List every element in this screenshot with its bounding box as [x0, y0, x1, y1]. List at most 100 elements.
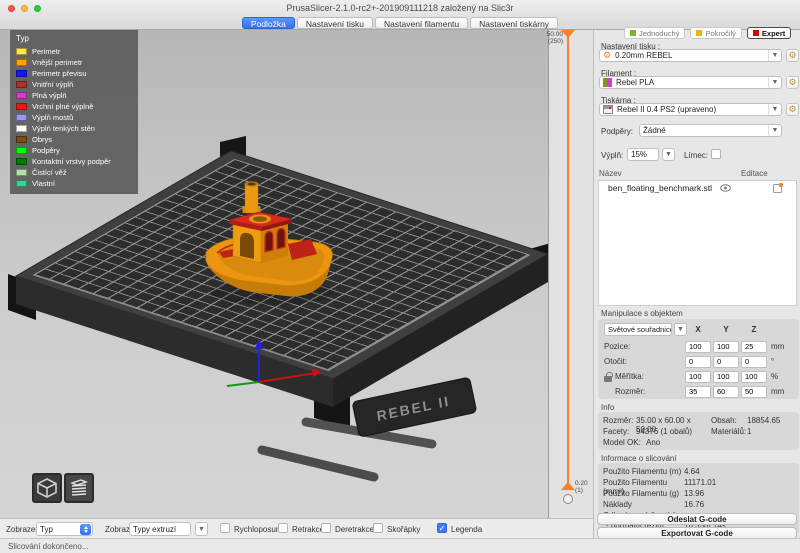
- object-name: ben_floating_benchmark.stl: [608, 183, 712, 193]
- tab-printer-settings[interactable]: Nastavení tiskárny: [470, 17, 558, 29]
- legend-item: Vlastní: [16, 178, 132, 189]
- object-list-row[interactable]: ben_floating_benchmark.stl: [599, 181, 796, 195]
- preview-layers-view-button[interactable]: [64, 473, 94, 503]
- legend-item: Perimetr: [16, 46, 132, 57]
- eye-icon[interactable]: [720, 184, 731, 192]
- layer-slider-upper-handle[interactable]: [561, 30, 575, 38]
- slider-max-layer: (250): [545, 38, 563, 45]
- window-title: PrusaSlicer-2.1.0-rc2+-201909111218 zalo…: [0, 3, 800, 13]
- size-row: Rozměr: mm: [599, 385, 797, 398]
- 3d-viewport[interactable]: REBEL II: [0, 30, 549, 518]
- send-gcode-button[interactable]: Odeslat G-code: [597, 513, 797, 525]
- legend-swatch: [16, 92, 27, 99]
- supports-label: Podpěry:: [601, 127, 633, 136]
- position-x-field[interactable]: [685, 341, 711, 353]
- one-layer-mode-button[interactable]: [563, 494, 573, 504]
- chevron-down-icon: ▼: [768, 125, 781, 136]
- size-y-field[interactable]: [713, 386, 739, 398]
- titlebar: PrusaSlicer-2.1.0-rc2+-201909111218 zalo…: [0, 0, 800, 30]
- main-area: REBEL II: [0, 30, 800, 518]
- uniform-scale-lock-icon[interactable]: [604, 376, 612, 382]
- tab-filament-settings[interactable]: Nastavení filamentu: [375, 17, 468, 29]
- info-facets-row: Facety: 94376 (1 obalů) Materiálů: 1: [603, 427, 795, 436]
- rotate-x-field[interactable]: [685, 356, 711, 368]
- checkbox-deretractions-label: Deretrakce: [335, 525, 374, 534]
- show-features-chevron-button[interactable]: ▼: [195, 522, 208, 536]
- infill-chevron-button[interactable]: ▼: [662, 148, 675, 161]
- scale-y-field[interactable]: [713, 371, 739, 383]
- manipulation-title: Manipulace s objektem: [601, 309, 683, 318]
- scale-z-field[interactable]: [741, 371, 767, 383]
- filament-gear-button[interactable]: ⚙: [786, 76, 799, 89]
- checkbox-retractions[interactable]: [278, 523, 288, 533]
- legend-swatch: [16, 169, 27, 176]
- rotate-y-field[interactable]: [713, 356, 739, 368]
- slicing-info-title: Informace o slicování: [601, 454, 677, 463]
- advanced-mode-icon: [696, 30, 702, 36]
- size-x-field[interactable]: [685, 386, 711, 398]
- filament-color-swatch: [603, 78, 612, 87]
- layer-slider-lower-handle[interactable]: [561, 482, 575, 490]
- scale-x-field[interactable]: [685, 371, 711, 383]
- mode-simple-button[interactable]: Jednoduchý: [624, 27, 685, 39]
- supports-select[interactable]: Žádné ▼: [639, 124, 782, 137]
- frame-rod: [262, 450, 374, 477]
- printer-select[interactable]: Rebel II 0.4 PS2 (upraveno) ▼: [599, 103, 782, 116]
- slicing-row: Použito Filamentu (m) 4.64: [603, 467, 795, 476]
- axis-y-header: Y: [713, 325, 739, 334]
- slider-min-height: 0.20: [575, 480, 588, 487]
- position-z-field[interactable]: [741, 341, 767, 353]
- stepper-icon: [80, 524, 91, 535]
- tab-plater[interactable]: Podložka: [242, 17, 295, 29]
- layer-slider-strip: 50.00 (250) 0.20 (1): [549, 30, 593, 518]
- print-profile-icon: ⚙: [603, 51, 611, 60]
- cube-icon: [36, 477, 58, 499]
- filament-select[interactable]: Rebel PLA ▼: [599, 76, 782, 89]
- tab-print-settings[interactable]: Nastavení tisku: [297, 17, 373, 29]
- rotate-row: Otočit: °: [599, 355, 797, 368]
- legend-item: Výplň tenkých stěn: [16, 123, 132, 134]
- mode-expert-button[interactable]: Expert: [747, 27, 791, 39]
- mode-advanced-button[interactable]: Pokročilý: [690, 27, 741, 39]
- show-features-field[interactable]: Typy extruzí: [129, 522, 191, 536]
- axis-x-header: X: [685, 325, 711, 334]
- gear-icon: ⚙: [788, 105, 796, 114]
- legend-item: Vnitřní výplň: [16, 79, 132, 90]
- layer-slider-track[interactable]: [567, 36, 569, 486]
- legend-swatch: [16, 103, 27, 110]
- printer-icon: [603, 105, 613, 114]
- legend-item: Kontaktní vrstvy podpěr: [16, 156, 132, 167]
- print-settings-select[interactable]: ⚙ 0.20mm REBEL ▼: [599, 49, 782, 62]
- info-title: Info: [601, 403, 614, 412]
- benchy-model[interactable]: [206, 181, 334, 305]
- checkbox-legend[interactable]: [437, 523, 447, 533]
- object-list[interactable]: ben_floating_benchmark.stl: [598, 180, 797, 306]
- checkbox-shells[interactable]: [373, 523, 383, 533]
- legend-swatch: [16, 125, 27, 132]
- 3d-editor-view-button[interactable]: [32, 473, 62, 503]
- checkbox-travel-label: Rychloposun: [234, 525, 280, 534]
- printer-gear-button[interactable]: ⚙: [786, 103, 799, 116]
- edit-object-icon[interactable]: [773, 184, 782, 193]
- checkbox-deretractions[interactable]: [321, 523, 331, 533]
- simple-mode-icon: [630, 30, 636, 36]
- info-model-row: Model OK: Ano: [603, 438, 795, 447]
- print-settings-gear-button[interactable]: ⚙: [786, 49, 799, 62]
- legend-item: Vrchní plné výplně: [16, 101, 132, 112]
- checkbox-travel[interactable]: [220, 523, 230, 533]
- size-z-field[interactable]: [741, 386, 767, 398]
- brim-checkbox[interactable]: [711, 149, 721, 159]
- legend-swatch: [16, 59, 27, 66]
- object-list-edit-header: Editace: [741, 169, 768, 178]
- mode-switcher: Jednoduchý Pokročilý Expert: [624, 27, 791, 39]
- axes-indicator: [227, 339, 322, 386]
- layers-icon: [68, 477, 90, 499]
- view-mode-select[interactable]: Typ: [36, 522, 93, 536]
- legend-swatch: [16, 81, 27, 88]
- rotate-z-field[interactable]: [741, 356, 767, 368]
- slider-max-height: 50.00: [545, 31, 563, 38]
- infill-select[interactable]: 15%: [627, 148, 659, 161]
- position-y-field[interactable]: [713, 341, 739, 353]
- legend-item: Obrys: [16, 134, 132, 145]
- slider-min-layer: (1): [575, 487, 583, 494]
